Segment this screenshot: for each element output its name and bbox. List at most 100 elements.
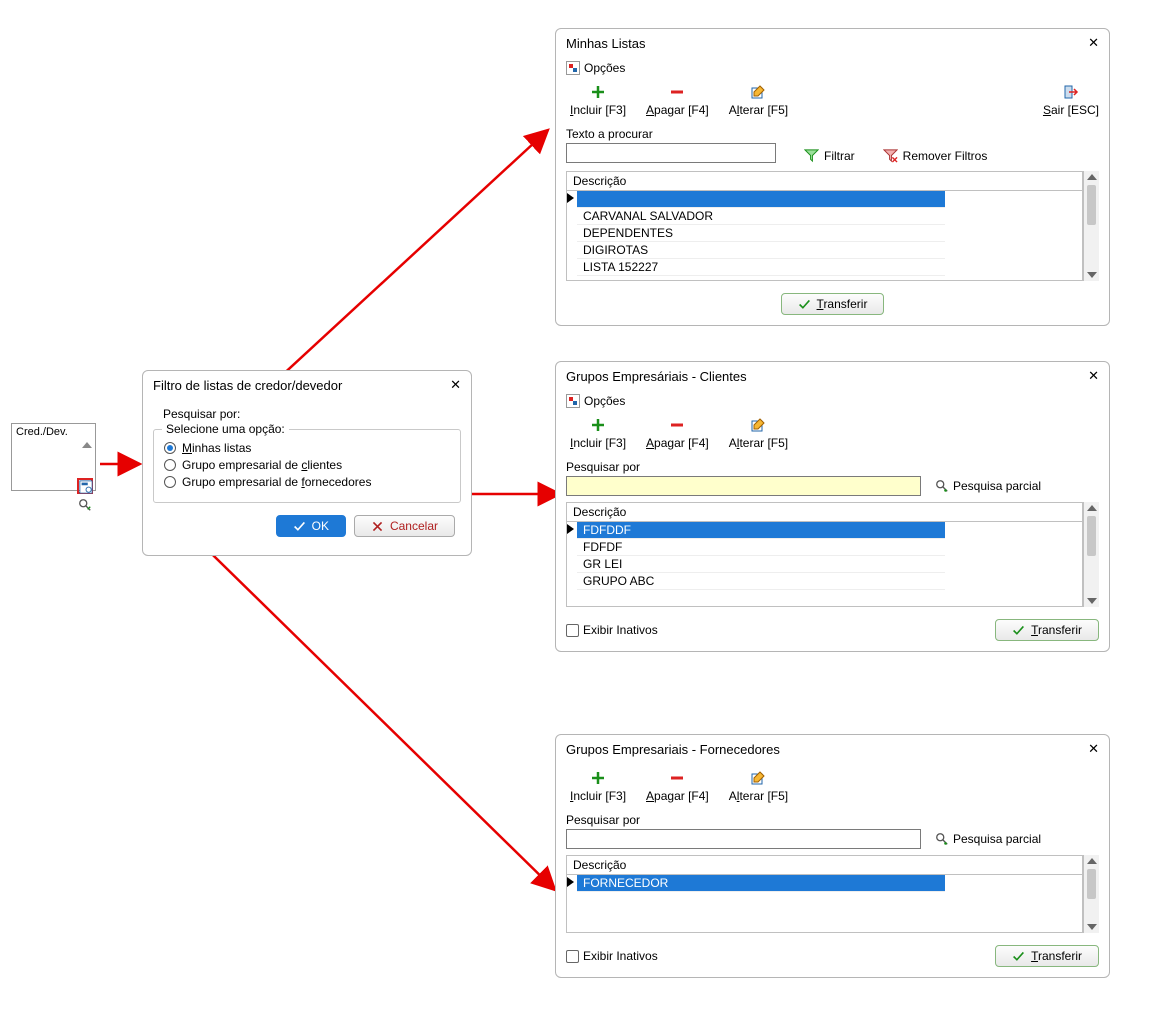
scroll-thumb[interactable] [1087, 869, 1096, 899]
pesquisa-parcial-link[interactable]: Pesquisa parcial [935, 479, 1041, 493]
toolbar-incluir[interactable]: Incluir [F3] [570, 83, 626, 117]
scroll-down-icon[interactable] [1087, 924, 1097, 930]
ok-button[interactable]: OK [276, 515, 346, 537]
scroll-up-icon[interactable] [82, 442, 92, 448]
table-row[interactable]: DIGIROTAS [577, 242, 945, 259]
options-group: Selecione uma opção: Minhas listas Grupo… [153, 429, 461, 503]
search-input[interactable] [566, 476, 921, 496]
check-icon [1012, 950, 1025, 963]
table-row[interactable]: GRUPO ABC [577, 573, 945, 590]
window-title: Minhas Listas [566, 36, 1088, 51]
table-row[interactable]: GR LEI [577, 556, 945, 573]
edit-icon [751, 418, 765, 432]
origin-header: Cred./Dev. [12, 424, 95, 440]
minus-icon [670, 85, 684, 99]
scroll-up-icon[interactable] [1087, 858, 1097, 864]
opcoes-label: Opções [584, 394, 625, 408]
remove-filters-label: Remover Filtros [903, 149, 988, 163]
grid[interactable]: Descrição FDFDDFFDFDFGR LEIGRUPO ABC [566, 502, 1083, 607]
check-icon [1012, 624, 1025, 637]
toolbar-apagar[interactable]: Apagar [F4] [646, 769, 709, 803]
search-input[interactable] [566, 829, 921, 849]
grid-header: Descrição [567, 172, 1082, 191]
toolbar-sair[interactable]: Sair [ESC] [1043, 83, 1099, 117]
search-label: Pesquisar por [566, 813, 1099, 827]
radio-grupo-fornecedores[interactable]: Grupo empresarial de fornecedores [164, 475, 450, 489]
toolbar-apagar[interactable]: Apagar [F4] [646, 416, 709, 450]
table-row[interactable] [577, 191, 945, 208]
row-indicator-icon [567, 877, 574, 887]
window-minhas-listas: Minhas Listas ✕ Opções Incluir [F3] Apag… [555, 28, 1110, 326]
grid-header: Descrição [567, 856, 1082, 875]
grid[interactable]: Descrição CARVANAL SALVADORDEPENDENTESDI… [566, 171, 1083, 281]
pesquisa-parcial-link[interactable]: Pesquisa parcial [935, 832, 1041, 846]
origin-panel: Cred./Dev. [11, 423, 96, 491]
dialog-title: Filtro de listas de credor/devedor [153, 378, 450, 393]
search-icon[interactable] [78, 498, 92, 512]
scroll-down-icon[interactable] [1087, 598, 1097, 604]
filter-button[interactable]: Filtrar [804, 148, 855, 163]
row-indicator-icon [567, 524, 574, 534]
window-title: Grupos Empresariais - Fornecedores [566, 742, 1088, 757]
ok-label: OK [312, 519, 329, 533]
lookup-button[interactable] [77, 478, 93, 494]
opcoes-icon [566, 61, 580, 75]
scrollbar[interactable] [1083, 171, 1099, 281]
edit-icon [751, 85, 765, 99]
transfer-button[interactable]: Transferir [995, 945, 1099, 967]
radio-label: inhas listas [192, 441, 251, 455]
radio-minhas-listas[interactable]: Minhas listas [164, 441, 450, 455]
scroll-thumb[interactable] [1087, 185, 1096, 225]
scroll-up-icon[interactable] [1087, 505, 1097, 511]
scroll-down-icon[interactable] [1087, 272, 1097, 278]
scroll-up-icon[interactable] [1087, 174, 1097, 180]
scroll-thumb[interactable] [1087, 516, 1096, 556]
remove-filters-button[interactable]: Remover Filtros [883, 148, 988, 163]
scrollbar[interactable] [1083, 855, 1099, 933]
close-icon[interactable]: ✕ [1088, 35, 1099, 51]
toolbar-incluir[interactable]: Incluir [F3] [570, 416, 626, 450]
toolbar-alterar[interactable]: Alterar [F5] [729, 769, 788, 803]
exit-icon [1063, 84, 1079, 100]
close-icon[interactable]: ✕ [450, 377, 461, 393]
funnel-icon [804, 148, 819, 163]
edit-icon [751, 771, 765, 785]
window-title: Grupos Empresáriais - Clientes [566, 369, 1088, 384]
transfer-button[interactable]: Transferir [995, 619, 1099, 641]
opcoes-menu[interactable]: Opções [566, 394, 1099, 408]
exibir-inativos-checkbox[interactable] [566, 624, 579, 637]
search-label: Texto a procurar [566, 127, 776, 141]
grid[interactable]: Descrição FORNECEDOR [566, 855, 1083, 933]
close-icon[interactable]: ✕ [1088, 741, 1099, 757]
search-icon [935, 479, 949, 493]
window-grupos-fornecedores: Grupos Empresariais - Fornecedores ✕ Inc… [555, 734, 1110, 978]
exibir-inativos-checkbox[interactable] [566, 950, 579, 963]
scrollbar[interactable] [1083, 502, 1099, 607]
close-icon[interactable]: ✕ [1088, 368, 1099, 384]
grid-header: Descrição [567, 503, 1082, 522]
search-input[interactable] [566, 143, 776, 163]
search-icon [935, 832, 949, 846]
toolbar-apagar[interactable]: Apagar [F4] [646, 83, 709, 117]
table-row[interactable]: CARVANAL SALVADOR [577, 208, 945, 225]
toolbar-alterar[interactable]: Alterar [F5] [729, 83, 788, 117]
table-row[interactable]: FDFDF [577, 539, 945, 556]
search-label: Pesquisar por [566, 460, 1099, 474]
radio-grupo-clientes[interactable]: Grupo empresarial de clientes [164, 458, 450, 472]
table-row[interactable]: DEPENDENTES [577, 225, 945, 242]
exibir-inativos-label: Exibir Inativos [583, 623, 658, 637]
row-indicator-icon [567, 193, 574, 203]
plus-icon [591, 771, 605, 785]
table-row[interactable]: FDFDDF [577, 522, 945, 539]
opcoes-menu[interactable]: Opções [566, 61, 1099, 75]
table-row[interactable]: LISTA 152227 [577, 259, 945, 276]
minus-icon [670, 418, 684, 432]
toolbar-incluir[interactable]: Incluir [F3] [570, 769, 626, 803]
toolbar-alterar[interactable]: Alterar [F5] [729, 416, 788, 450]
cancel-button[interactable]: Cancelar [354, 515, 455, 537]
minus-icon [670, 771, 684, 785]
transfer-button[interactable]: Transferir [781, 293, 885, 315]
table-row[interactable]: FORNECEDOR [577, 875, 945, 892]
opcoes-label: Opções [584, 61, 625, 75]
cancel-label: Cancelar [390, 519, 438, 533]
